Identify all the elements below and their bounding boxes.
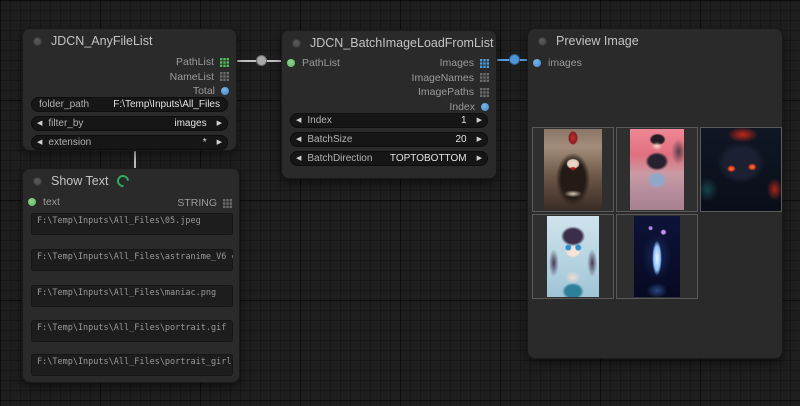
text-output-row[interactable]: F:\Temp\Inputs\All_Files\maniac.png xyxy=(31,285,233,307)
pysssss-swirl-badge-icon xyxy=(115,173,132,190)
widget-batchsize[interactable]: ◀ BatchSize 20 ▶ xyxy=(290,132,488,147)
input-label: text xyxy=(43,196,60,208)
output-slot-pathlist[interactable]: PathList xyxy=(23,55,236,70)
increment-arrow-icon[interactable]: ▶ xyxy=(217,139,222,146)
preview-image-red-eyed-demon xyxy=(701,128,781,211)
widget-label: Index xyxy=(307,115,331,126)
widget-value: 1 xyxy=(461,115,467,126)
output-label: NameList xyxy=(170,71,214,83)
output-slot-index[interactable]: Index xyxy=(282,100,496,115)
link-showtext-wire xyxy=(134,151,136,169)
link-pathlist-midpoint[interactable] xyxy=(257,56,266,65)
output-slot-string[interactable]: STRING xyxy=(129,196,239,211)
decrement-arrow-icon[interactable]: ◀ xyxy=(37,139,42,146)
widget-value: 20 xyxy=(455,134,466,145)
text-output-row[interactable]: F:\Temp\Inputs\All_Files\portrait.gif xyxy=(31,320,233,342)
text-output-row[interactable]: F:\Temp\Inputs\All_Files\astranime_V6 co… xyxy=(31,249,233,271)
list-grid-icon xyxy=(480,73,489,82)
collapse-dot-icon[interactable] xyxy=(33,177,42,186)
node-header[interactable]: Preview Image xyxy=(528,29,782,53)
widget-label: filter_by xyxy=(48,118,83,129)
widget-extension[interactable]: ◀ extension * ▶ xyxy=(31,135,228,150)
preview-image-gothic-portrait xyxy=(544,129,602,210)
output-label: PathList xyxy=(176,56,214,68)
widget-value: * xyxy=(203,137,207,148)
int-slot-dot-icon xyxy=(221,87,229,95)
link-images-midpoint[interactable] xyxy=(510,55,519,64)
widget-value: TOPTOBOTTOM xyxy=(390,153,467,164)
widget-label: extension xyxy=(48,137,91,148)
widget-label: BatchSize xyxy=(307,134,352,145)
preview-image-electric-blue-figure xyxy=(634,216,680,297)
collapse-dot-icon[interactable] xyxy=(538,37,547,46)
output-slot-images[interactable]: Images xyxy=(282,56,496,71)
int-slot-dot-icon xyxy=(481,103,489,111)
increment-arrow-icon[interactable]: ▶ xyxy=(477,136,482,143)
node-title: JDCN_BatchImageLoadFromList xyxy=(310,36,493,50)
increment-arrow-icon[interactable]: ▶ xyxy=(217,120,222,127)
node-canvas[interactable]: JDCN_AnyFileList PathList NameList Total… xyxy=(0,0,800,406)
list-grid-icon xyxy=(480,59,489,68)
input-slot-text[interactable]: text xyxy=(28,196,60,208)
widget-label: folder_path xyxy=(39,99,89,110)
text-output-row[interactable]: F:\Temp\Inputs\All_Files\portrait_girl.w… xyxy=(31,354,233,376)
widget-batchdirection[interactable]: ◀ BatchDirection TOPTOBOTTOM ▶ xyxy=(290,151,488,166)
increment-arrow-icon[interactable]: ▶ xyxy=(477,155,482,162)
preview-image-cell[interactable] xyxy=(616,214,698,299)
node-preview-image[interactable]: Preview Image images xyxy=(527,28,783,359)
output-slot-imagepaths[interactable]: ImagePaths xyxy=(282,85,496,100)
preview-image-blue-anime-girl xyxy=(547,216,599,297)
decrement-arrow-icon[interactable]: ◀ xyxy=(296,155,301,162)
widget-index[interactable]: ◀ Index 1 ▶ xyxy=(290,113,488,128)
list-grid-icon xyxy=(220,72,229,81)
decrement-arrow-icon[interactable]: ◀ xyxy=(37,120,42,127)
node-title: JDCN_AnyFileList xyxy=(51,34,152,48)
preview-image-sunset-anime-girl xyxy=(630,129,684,210)
input-label: images xyxy=(548,57,582,69)
widget-folder-path[interactable]: folder_path F:\Temp\Inputs\All_Files xyxy=(31,97,228,112)
node-jdcn-anyfilelist[interactable]: JDCN_AnyFileList PathList NameList Total… xyxy=(22,28,237,151)
output-label: STRING xyxy=(177,197,217,209)
node-show-text[interactable]: Show Text text STRING F:\Temp\Inputs\All… xyxy=(22,168,240,383)
input-slot-dot-icon xyxy=(533,59,541,67)
widget-filter-by[interactable]: ◀ filter_by images ▶ xyxy=(31,116,228,131)
node-title: Show Text xyxy=(51,174,108,188)
output-label: Total xyxy=(193,85,215,97)
collapse-dot-icon[interactable] xyxy=(292,39,301,48)
output-slot-namelist[interactable]: NameList xyxy=(23,70,236,85)
decrement-arrow-icon[interactable]: ◀ xyxy=(296,117,301,124)
node-header[interactable]: JDCN_AnyFileList xyxy=(23,29,236,53)
output-label: Index xyxy=(449,101,475,113)
input-slot-dot-icon xyxy=(28,198,36,206)
preview-image-cell[interactable] xyxy=(532,214,614,299)
node-header[interactable]: Show Text xyxy=(23,169,239,193)
preview-image-cell[interactable] xyxy=(616,127,698,212)
text-output-row[interactable]: F:\Temp\Inputs\All_Files\05.jpeg xyxy=(31,213,233,235)
node-header[interactable]: JDCN_BatchImageLoadFromList xyxy=(282,31,496,55)
increment-arrow-icon[interactable]: ▶ xyxy=(477,117,482,124)
output-slot-imagenames[interactable]: ImageNames xyxy=(282,71,496,86)
preview-image-cell[interactable] xyxy=(532,127,614,212)
collapse-dot-icon[interactable] xyxy=(33,37,42,46)
list-grid-icon xyxy=(480,88,489,97)
output-label: ImageNames xyxy=(412,72,474,84)
node-title: Preview Image xyxy=(556,34,639,48)
list-grid-icon xyxy=(220,58,229,67)
preview-image-cell[interactable] xyxy=(700,127,782,212)
widget-label: BatchDirection xyxy=(307,153,372,164)
decrement-arrow-icon[interactable]: ◀ xyxy=(296,136,301,143)
output-label: ImagePaths xyxy=(418,86,474,98)
input-slot-images[interactable]: images xyxy=(533,57,582,69)
output-label: Images xyxy=(440,57,474,69)
widget-value: F:\Temp\Inputs\All_Files xyxy=(113,99,220,110)
node-jdcn-batchimageload[interactable]: JDCN_BatchImageLoadFromList PathList Ima… xyxy=(281,30,497,179)
list-grid-icon xyxy=(223,199,232,208)
widget-value: images xyxy=(174,118,206,129)
